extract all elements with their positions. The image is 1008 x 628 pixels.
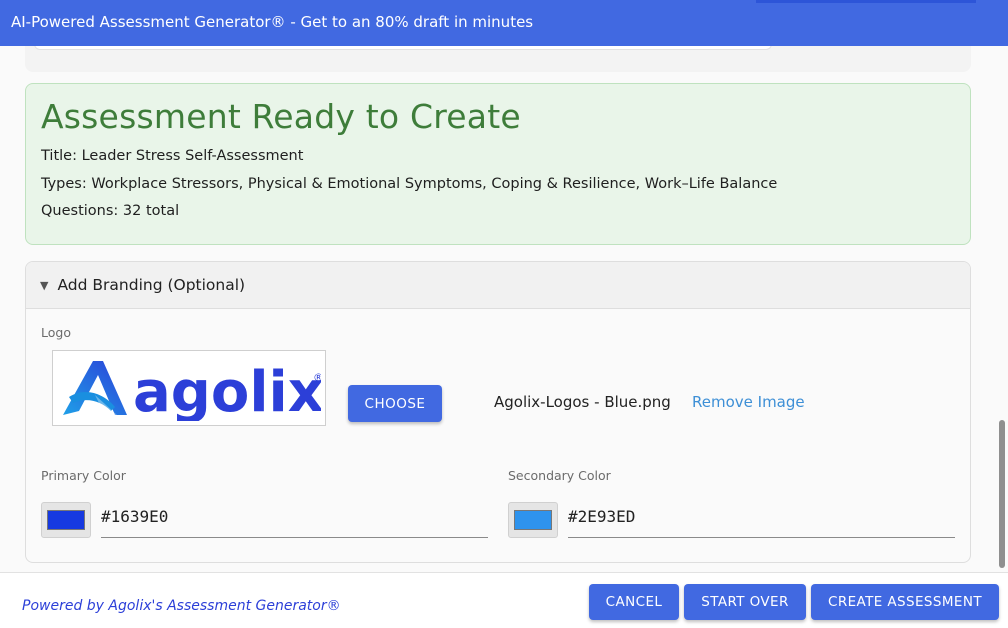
collapse-triangle-icon: ▼ <box>40 278 49 292</box>
secondary-color-chip <box>514 510 552 530</box>
choose-logo-button[interactable]: CHOOSE <box>348 385 442 422</box>
logo-label: Logo <box>41 325 71 340</box>
dialog-content: Assessment Ready to Create Title: Leader… <box>0 46 1008 572</box>
logo-wordmark: agolix <box>133 360 321 421</box>
primary-color-input[interactable]: #1639E0 <box>101 500 488 538</box>
secondary-color-input[interactable]: #2E93ED <box>568 500 955 538</box>
summary-types: Types: Workplace Stressors, Physical & E… <box>41 176 778 192</box>
branding-header-label: Add Branding (Optional) <box>57 276 246 294</box>
powered-by-text: Powered by Agolix's Assessment Generator… <box>22 598 341 614</box>
start-over-button[interactable]: START OVER <box>684 584 806 620</box>
dialog-footer: Powered by Agolix's Assessment Generator… <box>0 572 1008 628</box>
branding-toggle[interactable]: ▼ Add Branding (Optional) <box>26 262 970 309</box>
secondary-color-value: #2E93ED <box>568 507 636 526</box>
logo-registered-mark: ® <box>313 371 321 384</box>
primary-color-swatch[interactable] <box>41 502 91 538</box>
window-title-bar: AI-Powered Assessment Generator® - Get t… <box>0 0 1008 46</box>
primary-color-chip <box>47 510 85 530</box>
logo-file-name: Agolix-Logos - Blue.png <box>494 393 671 411</box>
remove-image-link[interactable]: Remove Image <box>692 393 805 411</box>
scrollbar-thumb[interactable] <box>999 420 1005 568</box>
primary-color-label: Primary Color <box>41 468 126 483</box>
secondary-color-swatch[interactable] <box>508 502 558 538</box>
summary-heading: Assessment Ready to Create <box>41 97 521 136</box>
summary-questions: Questions: 32 total <box>41 203 180 219</box>
title-bar-accent <box>756 0 976 3</box>
agolix-logo-image: agolix ® <box>63 360 321 421</box>
logo-preview: agolix ® <box>52 350 326 426</box>
summary-title: Title: Leader Stress Self-Assessment <box>41 148 304 164</box>
previous-section-field <box>34 46 772 50</box>
create-assessment-button[interactable]: CREATE ASSESSMENT <box>811 584 999 620</box>
window-title: AI-Powered Assessment Generator® - Get t… <box>11 13 534 31</box>
primary-color-value: #1639E0 <box>101 507 169 526</box>
secondary-color-label: Secondary Color <box>508 468 611 483</box>
assessment-summary-card: Assessment Ready to Create Title: Leader… <box>25 83 971 245</box>
cancel-button[interactable]: CANCEL <box>589 584 679 620</box>
branding-panel: ▼ Add Branding (Optional) Logo agolix ® … <box>25 261 971 563</box>
